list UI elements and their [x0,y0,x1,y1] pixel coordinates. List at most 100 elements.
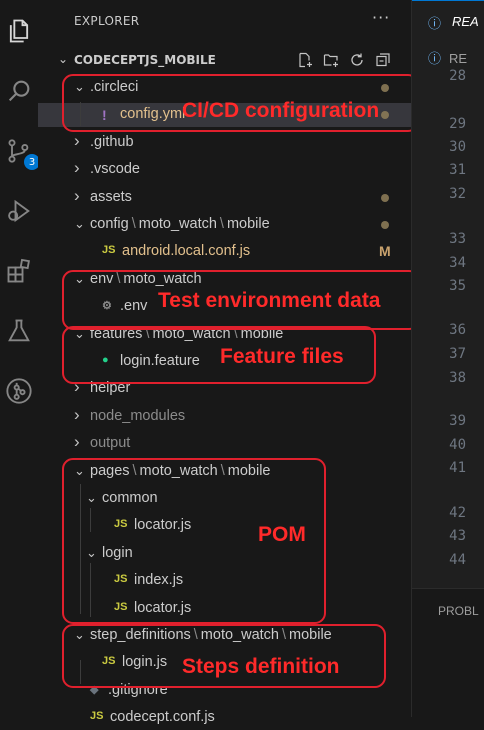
file-item[interactable]: JS locator.js [38,514,411,538]
item-label: step_definitions \ moto_watch \ mobile [90,627,332,643]
folder-item[interactable]: ⌄ config \ moto_watch \ mobile [38,213,411,237]
indent-guide [80,660,81,684]
path-segment: moto_watch [152,325,231,342]
line-number: 32 [449,186,466,202]
folder-item[interactable]: › .github [38,131,411,155]
chevron-right-icon: › [74,432,80,452]
modified-dot [381,221,389,229]
folder-item[interactable]: › assets [38,186,411,210]
file-item[interactable]: JS android.local.conf.js M [38,240,411,264]
path-separator: \ [132,462,137,479]
annotation-label: POM [258,523,306,546]
item-label: config.yml [120,106,186,123]
run-debug-icon[interactable] [4,196,34,226]
folder-item[interactable]: ⌄ features \ moto_watch \ mobile [38,323,411,347]
folder-item[interactable]: ⌄ common [38,487,411,511]
item-label: .env [120,298,148,315]
more-actions-button[interactable]: ··· [372,8,390,27]
line-number: 35 [449,278,466,294]
file-item[interactable]: ◆ .gitignore [38,679,411,703]
path-separator: \ [116,270,121,287]
tab-title: REA [452,14,479,29]
workspace-name: CODECEPTJS_MOBILE [74,53,216,67]
folder-item[interactable]: › output [38,432,411,456]
line-number: 36 [449,322,466,338]
collapse-all-icon[interactable] [374,50,392,70]
item-label: output [90,435,131,452]
item-label: index.js [134,572,184,589]
path-segment: pages [90,462,130,479]
line-number: 28 [449,68,466,84]
modified-dot [381,193,389,202]
chevron-down-icon: ⌄ [74,270,85,286]
file-item[interactable]: JS index.js [38,569,411,593]
source-control-icon[interactable]: 3 [4,136,40,170]
line-number: 42 [449,505,466,521]
extensions-icon[interactable] [4,256,34,286]
item-label: pages \ moto_watch \ mobile [90,463,270,479]
path-segment: step_definitions [90,627,191,643]
path-segment: features [90,325,143,342]
breadcrumb[interactable]: ⓘ RE [428,48,467,67]
refresh-icon[interactable] [348,50,366,70]
folder-item[interactable]: ⌄ step_definitions \ moto_watch \ mobile [38,624,411,648]
item-label: common [102,490,158,506]
chevron-down-icon: ⌄ [74,462,85,478]
git-graph-icon[interactable] [4,376,34,406]
new-file-icon[interactable] [296,50,314,70]
folder-item[interactable]: ⌄ login [38,542,411,566]
item-label: config \ moto_watch \ mobile [90,216,270,232]
path-separator: \ [219,216,224,232]
annotation-label: CI/CD configuration [182,99,380,122]
testing-icon[interactable] [4,316,34,346]
path-segment: moto_watch [123,270,202,287]
folder-item[interactable]: › .vscode [38,158,411,182]
line-number: 37 [449,346,466,362]
tab-problems[interactable]: PROBL [438,604,479,618]
line-number: 44 [449,552,466,568]
folder-item[interactable]: › node_modules [38,405,411,429]
item-label: assets [90,188,132,205]
indent-guide [80,102,81,126]
line-number: 41 [449,460,466,476]
item-label: codecept.conf.js [110,709,215,726]
gear-icon: ⚙ [102,300,112,313]
annotation-label: Steps definition [182,655,340,678]
file-item[interactable]: JS codecept.conf.js [38,706,411,730]
workspace-section-header[interactable]: ⌄ CODECEPTJS_MOBILE [38,50,411,72]
folder-item[interactable]: › helper [38,377,411,401]
indent-guide [80,484,81,614]
js-file-icon: JS [114,518,128,531]
path-separator: \ [193,627,198,643]
tab-readme[interactable]: ⓘ REA [412,0,484,41]
js-file-icon: JS [102,244,116,257]
line-number: 40 [449,437,466,453]
chevron-right-icon: › [74,158,80,178]
line-number: 39 [449,413,466,429]
item-label: login.js [122,654,168,671]
path-segment: mobile [227,462,271,479]
file-item[interactable]: JS locator.js [38,597,411,621]
bottom-panel: PROBL [412,588,484,718]
item-label: helper [90,380,131,397]
files-icon[interactable] [4,16,34,46]
js-file-icon: JS [102,655,116,668]
feature-file-icon: ● [102,354,109,366]
item-label: locator.js [134,517,192,534]
chevron-down-icon: ⌄ [86,544,97,560]
line-number: 38 [449,370,466,386]
path-separator: \ [220,462,225,479]
line-number: 33 [449,231,466,247]
folder-item[interactable]: ⌄ pages \ moto_watch \ mobile [38,460,411,484]
info-icon: ⓘ [428,17,442,32]
folder-item[interactable]: ⌄ .circleci [38,76,411,100]
line-number: 34 [449,255,466,271]
path-separator: \ [145,325,150,342]
line-number: 29 [449,116,466,132]
item-label: env \ moto_watch [90,271,202,287]
new-folder-icon[interactable] [322,50,340,70]
path-segment: config [90,216,129,232]
item-label: login [102,544,133,561]
search-icon[interactable] [4,76,34,106]
item-label: features \ moto_watch \ mobile [90,326,283,342]
